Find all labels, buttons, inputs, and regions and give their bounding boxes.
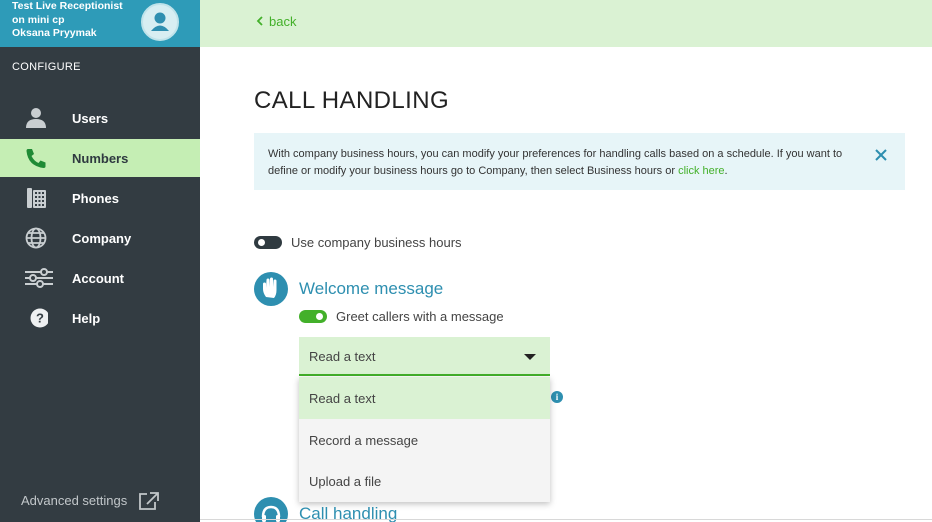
option-upload-a-file[interactable]: Upload a file xyxy=(299,460,550,502)
toggle-knob xyxy=(316,313,323,320)
avatar-user-icon xyxy=(151,12,169,31)
hand-wave-icon xyxy=(254,272,288,306)
info-banner: With company business hours, you can mod… xyxy=(254,133,905,190)
globe-icon xyxy=(24,227,48,249)
account-name: Test Live Receptionist on mini cp Oksana… xyxy=(12,0,123,41)
sidebar-item-label: Numbers xyxy=(72,151,129,166)
sidebar-item-users[interactable]: Users xyxy=(0,99,200,137)
user-name: Oksana Pryymak xyxy=(12,27,97,39)
option-read-a-text[interactable]: Read a text xyxy=(299,377,550,419)
back-label: back xyxy=(269,14,297,29)
external-link-icon[interactable] xyxy=(138,491,160,516)
info-icon[interactable]: i xyxy=(551,391,563,403)
info-text: With company business hours, you can mod… xyxy=(268,146,868,179)
account-header[interactable]: Test Live Receptionist on mini cp Oksana… xyxy=(0,0,200,47)
chevron-left-icon xyxy=(256,14,263,29)
sliders-icon xyxy=(24,267,53,289)
option-label: Record a message xyxy=(309,433,419,448)
sidebar-item-phones[interactable]: Phones xyxy=(0,179,200,217)
phone-icon xyxy=(24,147,48,169)
option-record-a-message[interactable]: Record a message xyxy=(299,419,550,461)
sidebar-item-numbers[interactable]: Numbers xyxy=(0,139,200,177)
desk-phone-icon xyxy=(24,187,48,209)
close-icon[interactable] xyxy=(874,148,888,162)
dropdown-menu: Read a text Record a message Upload a fi… xyxy=(299,377,550,502)
user-icon xyxy=(24,107,48,129)
business-hours-toggle[interactable] xyxy=(254,236,282,249)
caret-down-icon xyxy=(524,354,536,360)
account-name-line1: Test Live Receptionist xyxy=(12,0,123,12)
top-bar: back xyxy=(200,0,932,47)
advanced-settings-link[interactable]: Advanced settings xyxy=(21,493,127,508)
help-icon: ? xyxy=(24,307,50,329)
business-hours-label: Use company business hours xyxy=(291,235,462,250)
sidebar-item-label: Company xyxy=(72,231,132,246)
sidebar-item-help[interactable]: ? Help xyxy=(0,299,200,337)
page-title: CALL HANDLING xyxy=(254,87,450,114)
option-label: Read a text xyxy=(309,391,376,406)
welcome-message-title: Welcome message xyxy=(299,279,444,298)
sidebar-item-label: Users xyxy=(72,111,109,126)
account-name-line2: on mini cp xyxy=(12,13,65,26)
welcome-message-type-select[interactable]: Read a text xyxy=(299,337,550,376)
option-label: Upload a file xyxy=(309,474,382,489)
avatar[interactable] xyxy=(141,3,179,41)
sidebar-item-label: Phones xyxy=(72,191,119,206)
back-link[interactable]: back xyxy=(256,14,296,29)
svg-text:?: ? xyxy=(36,311,44,326)
click-here-link[interactable]: click here xyxy=(678,165,724,177)
sidebar-item-label: Account xyxy=(72,271,124,286)
sidebar-item-company[interactable]: Company xyxy=(0,219,200,257)
configure-label: CONFIGURE xyxy=(12,61,81,73)
sidebar-item-account[interactable]: Account xyxy=(0,259,200,297)
sidebar-item-label: Help xyxy=(72,311,101,326)
sidebar: Test Live Receptionist on mini cp Oksana… xyxy=(0,0,200,522)
divider xyxy=(200,519,932,520)
select-value: Read a text xyxy=(309,349,376,364)
greet-callers-label: Greet callers with a message xyxy=(336,309,504,324)
toggle-knob xyxy=(258,239,265,246)
greet-callers-toggle[interactable] xyxy=(299,310,327,323)
info-message: With company business hours, you can mod… xyxy=(268,148,843,177)
info-message-end: . xyxy=(724,164,728,177)
